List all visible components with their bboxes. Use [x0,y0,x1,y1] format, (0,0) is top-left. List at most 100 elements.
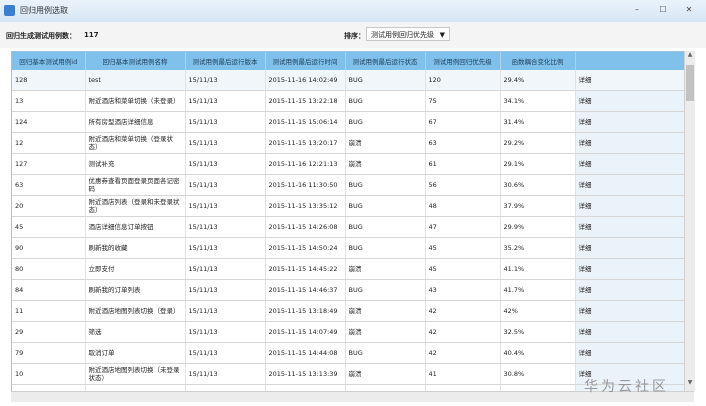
table-cell: BUG [345,70,426,91]
table-cell: BUG [345,174,426,196]
detail-link[interactable]: 详细 [575,90,685,112]
table-cell: 崩溃 [345,300,426,322]
table-cell: 15/11/13 [185,237,266,259]
detail-link[interactable]: 详细 [575,216,685,238]
window-controls: – ☐ ✕ [626,3,700,17]
scroll-up-icon[interactable]: ▲ [685,51,695,63]
minimize-icon[interactable]: – [626,3,648,17]
column-header[interactable]: 测试用例回归优先级 [425,52,501,70]
table-cell: 15/11/13 [185,342,266,364]
table-cell: 2015-11-15 15:06:14 [265,111,346,133]
table-cell: 筛选 [85,321,186,343]
table-cell: 11 [12,300,86,322]
table-row[interactable]: 124 所有房型酒店详细信息 15/11/13 2015-11-15 15:06:14… [12,111,685,133]
table-cell: 15/11/13 [185,258,266,280]
table-cell: 42 [425,342,501,364]
table-cell: 20 [12,195,86,217]
table-cell: BUG [345,237,426,259]
detail-link[interactable]: 详细 [575,342,685,364]
table-row[interactable]: 84 刷新我的订单列表 15/11/13 2015-11-15 14:46:37 BUG… [12,279,685,301]
table-cell: 刷新我的收藏 [85,237,186,259]
case-count-label: 回归生成测试用例数： [6,32,76,40]
table-cell: 12 [12,132,86,154]
table-row[interactable]: 79 取消订单 15/11/13 2015-11-15 14:44:08 BUG 42 40… [12,342,685,364]
detail-link[interactable]: 详细 [575,279,685,301]
table-cell: 29.9% [500,216,576,238]
table-row[interactable]: 13 附近酒店和菜单切换（未登录） 15/11/13 2015-11-15 13:22… [12,90,685,112]
scroll-thumb[interactable] [686,65,694,101]
table-cell: 2015-11-15 13:35:12 [265,195,346,217]
detail-link[interactable]: 详细 [575,174,685,196]
detail-link[interactable]: 详细 [575,132,685,154]
table-cell: 84 [12,279,86,301]
detail-link[interactable]: 详细 [575,70,685,91]
scroll-down-icon[interactable]: ▼ [685,379,695,391]
table-cell: 15/11/13 [185,70,266,91]
table-cell: 29.1% [500,153,576,175]
table-cell: 15/11/13 [185,90,266,112]
table-cell: 附近酒店地图列表切换（登录） [85,300,186,322]
table-row[interactable]: 128 test 15/11/13 2015-11-16 14:02:49 BUG 120… [12,70,685,91]
column-header[interactable]: 函数耦合变化比例 [500,52,576,70]
table-row[interactable]: 127 测试补充 15/11/13 2015-11-16 12:21:13 崩溃 61 29… [12,153,685,175]
table-cell: 42% [500,300,576,322]
table-cell: 崩溃 [345,258,426,280]
table-row[interactable]: 90 刷新我的收藏 15/11/13 2015-11-15 14:50:24 BUG 45… [12,237,685,259]
table-cell: 2015-11-16 12:21:13 [265,153,346,175]
column-header[interactable]: 测试用例最后运行时间 [265,52,346,70]
table-cell: 10 [12,363,86,385]
detail-link[interactable]: 详细 [575,321,685,343]
detail-link[interactable]: 详细 [575,195,685,217]
table-cell: 2015-11-16 14:02:49 [265,70,346,91]
table-cell: 127 [12,153,86,175]
column-header[interactable] [575,52,685,70]
detail-link[interactable]: 详细 [575,153,685,175]
table-cell: 79 [12,342,86,364]
column-header[interactable]: 回归基本测试用例名称 [85,52,186,70]
detail-link[interactable]: 详细 [575,300,685,322]
table-cell: 41.1% [500,258,576,280]
sort-label: 排序： [344,32,365,40]
table-row[interactable]: 20 附近酒店列表（登录和未登录状态） 15/11/13 2015-11-15 13:… [12,195,685,217]
column-header[interactable]: 测试用例最后运行版本 [185,52,266,70]
table-cell: 40.4% [500,342,576,364]
table-cell: 30.6% [500,174,576,196]
table-row[interactable]: 63 优惠券查看页面登录页面各记密码 15/11/13 2015-11-16 11:3… [12,174,685,196]
title-bar: 回归用例选取 – ☐ ✕ [0,0,706,23]
table-cell: 80 [12,258,86,280]
table-cell: 29 [12,321,86,343]
detail-link[interactable]: 详细 [575,258,685,280]
table-cell: 附近酒店和菜单切换（登录状态） [85,132,186,154]
table-cell: 优惠券查看页面登录页面各记密码 [85,174,186,196]
sort-select[interactable]: 测试用例回归优先级 ▼ [366,27,450,41]
table-cell: 2015-11-15 14:44:08 [265,342,346,364]
close-icon[interactable]: ✕ [678,3,700,17]
table-cell: 31.4% [500,111,576,133]
table-cell: 90 [12,237,86,259]
table-cell: 刷新我的订单列表 [85,279,186,301]
table-cell: 43 [425,279,501,301]
table-cell: 附近酒店列表（登录和未登录状态） [85,195,186,217]
table-row[interactable]: 12 附近酒店和菜单切换（登录状态） 15/11/13 2015-11-15 13:2… [12,132,685,154]
column-header[interactable]: 测试用例最后运行状态 [345,52,426,70]
column-header[interactable]: 回归基本测试用例id [12,52,86,70]
detail-link[interactable]: 详细 [575,111,685,133]
table-row[interactable]: 80 立即支付 15/11/13 2015-11-15 14:45:22 崩溃 45 41.… [12,258,685,280]
watermark: 华为云社区 [584,379,669,395]
table-row[interactable]: 29 筛选 15/11/13 2015-11-15 14:07:49 崩溃 42 32.5%… [12,321,685,343]
table-cell: 15/11/13 [185,153,266,175]
maximize-icon[interactable]: ☐ [652,3,674,17]
sort-selected-value: 测试用例回归优先级 [371,31,434,39]
table-cell: 15/11/13 [185,111,266,133]
table-cell: 2015-11-15 13:13:39 [265,363,346,385]
table-cell: 2015-11-15 14:46:37 [265,279,346,301]
test-case-table: 回归基本测试用例id 回归基本测试用例名称 测试用例最后运行版本 测试用例最后运行时间… [12,52,685,392]
table-cell: 48 [425,195,501,217]
table-cell: test [85,70,186,91]
table-row[interactable]: 11 附近酒店地图列表切换（登录） 15/11/13 2015-11-15 13:18… [12,300,685,322]
table-row[interactable]: 45 酒店详细信息订单按钮 15/11/13 2015-11-15 14:26:08 B… [12,216,685,238]
table-cell: 128 [12,70,86,91]
vertical-scrollbar[interactable]: ▲ ▼ [684,51,695,391]
table-cell: 2015-11-16 11:30:50 [265,174,346,196]
detail-link[interactable]: 详细 [575,237,685,259]
